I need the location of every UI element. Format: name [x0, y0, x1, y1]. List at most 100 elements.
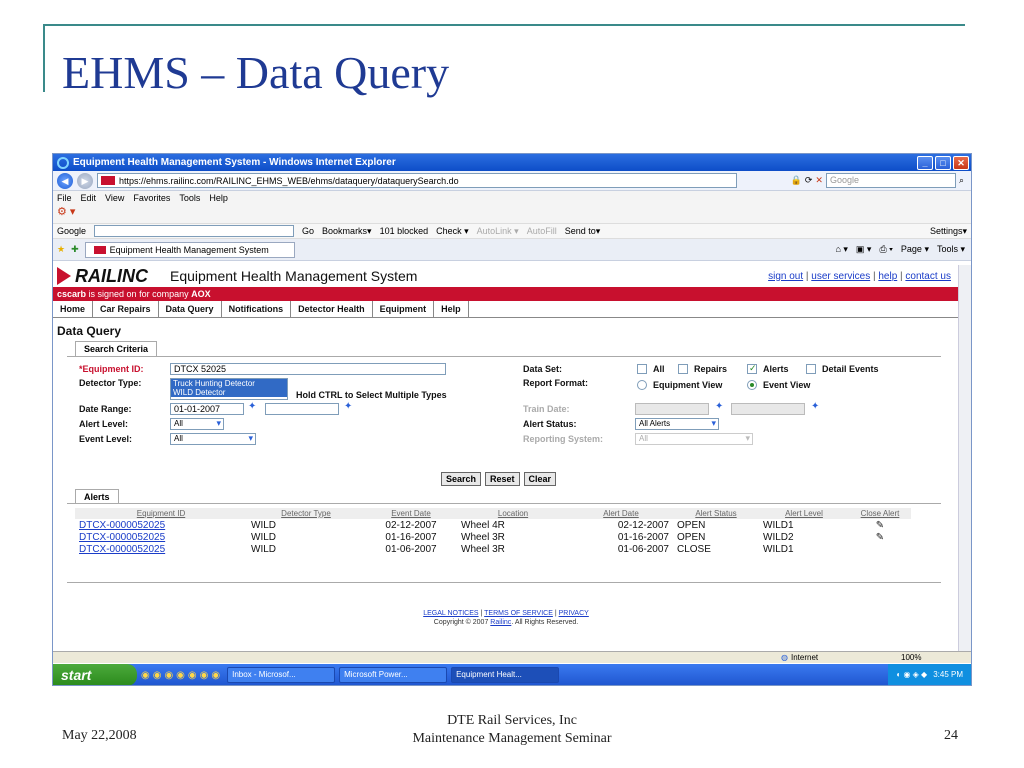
url-field[interactable]: https://ehms.railinc.com/RAILINC_EHMS_WE…	[97, 173, 737, 188]
task-inbox[interactable]: Inbox - Microsof...	[227, 667, 336, 683]
menu-favorites[interactable]: Favorites	[133, 193, 170, 203]
google-search-input[interactable]	[94, 225, 295, 237]
quick-launch-icons[interactable]: ◉◉◉◉◉◉◉	[141, 670, 223, 681]
search-button[interactable]: Search	[441, 472, 482, 486]
maximize-button[interactable]: □	[935, 155, 951, 170]
user-services-link[interactable]: user services	[811, 271, 870, 282]
minimize-button[interactable]: _	[917, 155, 933, 170]
zoom-level[interactable]: 100%	[901, 653, 971, 662]
col-alert-date[interactable]: Alert Date	[569, 508, 673, 519]
task-ie-ehms[interactable]: Equipment Healt...	[451, 667, 560, 683]
print-icon[interactable]: ⎙ ▾	[879, 244, 892, 255]
page-scrollbar[interactable]	[958, 265, 971, 661]
data-set-repairs-checkbox[interactable]	[678, 364, 688, 374]
search-criteria-tab[interactable]: Search Criteria	[75, 341, 158, 356]
tools-menu[interactable]: Tools ▾	[937, 244, 965, 255]
equipment-id-link[interactable]: DTCX-0000052025	[79, 532, 165, 543]
legal-notices-link[interactable]: LEGAL NOTICES	[423, 610, 478, 617]
date-to-calendar-icon[interactable]: ✦	[344, 401, 352, 412]
close-alert-icon[interactable]: ✎	[849, 531, 911, 543]
back-button[interactable]: ◀	[57, 172, 73, 189]
equipment-id-input[interactable]: DTCX 52025	[170, 363, 446, 375]
favorites-star-icon[interactable]: ★	[57, 244, 65, 255]
popup-blocked-button[interactable]: 101 blocked	[380, 226, 429, 236]
col-alert-status[interactable]: Alert Status	[673, 508, 759, 519]
detector-option-wild[interactable]: WILD Detector	[171, 388, 287, 397]
settings-button[interactable]: Settings▾	[930, 226, 971, 237]
search-icon[interactable]: ⌕	[959, 175, 964, 186]
menu-tools[interactable]: Tools	[179, 193, 200, 203]
home-icon[interactable]: ⌂ ▾	[835, 244, 847, 255]
clear-button[interactable]: Clear	[523, 472, 557, 486]
refresh-icon[interactable]: ⟳	[805, 175, 813, 186]
nav-car-repairs[interactable]: Car Repairs	[93, 301, 159, 317]
nav-equipment[interactable]: Equipment	[373, 301, 435, 317]
col-event-date[interactable]: Event Date	[365, 508, 457, 519]
privacy-link[interactable]: PRIVACY	[559, 610, 589, 617]
event-level-select[interactable]: All	[170, 433, 256, 445]
data-set-all-checkbox[interactable]	[637, 364, 647, 374]
toolbar-plugin-icon[interactable]: ⚙ ▾	[57, 206, 75, 218]
data-set-alerts-checkbox[interactable]	[747, 363, 757, 374]
send-to-button[interactable]: Send to▾	[565, 226, 601, 237]
contact-link[interactable]: contact us	[905, 271, 951, 282]
nav-detector-health[interactable]: Detector Health	[291, 301, 373, 317]
equipment-id-link[interactable]: DTCX-0000052025	[79, 520, 165, 531]
col-alert-level[interactable]: Alert Level	[759, 508, 849, 519]
menu-edit[interactable]: Edit	[81, 193, 97, 203]
alert-status-select[interactable]: All Alerts	[635, 418, 719, 430]
forward-button[interactable]: ▶	[77, 172, 93, 189]
alerts-tab[interactable]: Alerts	[75, 489, 119, 504]
bookmarks-button[interactable]: Bookmarks▾	[322, 226, 372, 237]
toolbar-icon-row: ⚙ ▾	[53, 205, 971, 223]
spell-check-button[interactable]: Check ▾	[436, 226, 469, 237]
equipment-id-link[interactable]: DTCX-0000052025	[79, 544, 165, 555]
help-link[interactable]: help	[878, 271, 897, 282]
autolink-button[interactable]: AutoLink ▾	[477, 226, 519, 237]
add-favorites-icon[interactable]: ✚	[71, 244, 79, 255]
menu-help[interactable]: Help	[209, 193, 228, 203]
nav-home[interactable]: Home	[53, 301, 94, 317]
browser-tab[interactable]: Equipment Health Management System	[84, 241, 295, 258]
search-input[interactable]: Google	[825, 173, 956, 188]
nav-data-query[interactable]: Data Query	[159, 301, 222, 317]
reset-button[interactable]: Reset	[485, 472, 520, 486]
close-button[interactable]: ✕	[953, 155, 969, 170]
railinc-link[interactable]: Railinc	[490, 619, 511, 626]
rights-text: . All Rights Reserved.	[511, 619, 579, 626]
data-set-detail-checkbox[interactable]	[806, 364, 816, 374]
start-button[interactable]: start	[53, 664, 137, 685]
date-to-input[interactable]	[265, 403, 339, 415]
train-date-to-calendar-icon[interactable]: ✦	[811, 401, 819, 412]
date-from-calendar-icon[interactable]: ✦	[248, 401, 256, 412]
autofill-button[interactable]: AutoFill	[527, 226, 557, 236]
detector-option-truck[interactable]: Truck Hunting Detector	[171, 379, 287, 388]
detector-type-list[interactable]: Truck Hunting Detector WILD Detector	[170, 378, 288, 400]
task-powerpoint[interactable]: Microsoft Power...	[339, 667, 448, 683]
stop-icon[interactable]: ✕	[815, 175, 823, 186]
menu-view[interactable]: View	[105, 193, 124, 203]
nav-help[interactable]: Help	[434, 301, 469, 317]
menu-file[interactable]: File	[57, 193, 72, 203]
train-date-from-input[interactable]	[635, 403, 709, 415]
google-go-button[interactable]: Go	[302, 226, 314, 236]
feeds-icon[interactable]: ▣ ▾	[856, 244, 872, 255]
train-date-to-input[interactable]	[731, 403, 805, 415]
train-date-from-calendar-icon[interactable]: ✦	[715, 401, 723, 412]
event-view-radio[interactable]	[747, 380, 757, 390]
close-alert-icon[interactable]: ✎	[849, 519, 911, 531]
date-from-input[interactable]: 01-01-2007	[170, 403, 244, 415]
col-close-alert: Close Alert	[849, 508, 911, 519]
col-location[interactable]: Location	[457, 508, 569, 519]
tray-icons[interactable]: ◐ ◉ ◈ ◆	[896, 664, 927, 685]
equipment-view-radio[interactable]	[637, 380, 647, 390]
col-detector-type[interactable]: Detector Type	[247, 508, 365, 519]
reporting-system-select[interactable]: All	[635, 433, 753, 445]
col-equipment-id[interactable]: Equipment ID	[75, 508, 247, 519]
nav-notifications[interactable]: Notifications	[222, 301, 292, 317]
alert-level-select[interactable]: All	[170, 418, 224, 430]
terms-link[interactable]: TERMS OF SERVICE	[484, 610, 553, 617]
equipment-view-label: Equipment View	[653, 380, 723, 390]
sign-out-link[interactable]: sign out	[768, 271, 803, 282]
page-menu[interactable]: Page ▾	[901, 244, 929, 255]
